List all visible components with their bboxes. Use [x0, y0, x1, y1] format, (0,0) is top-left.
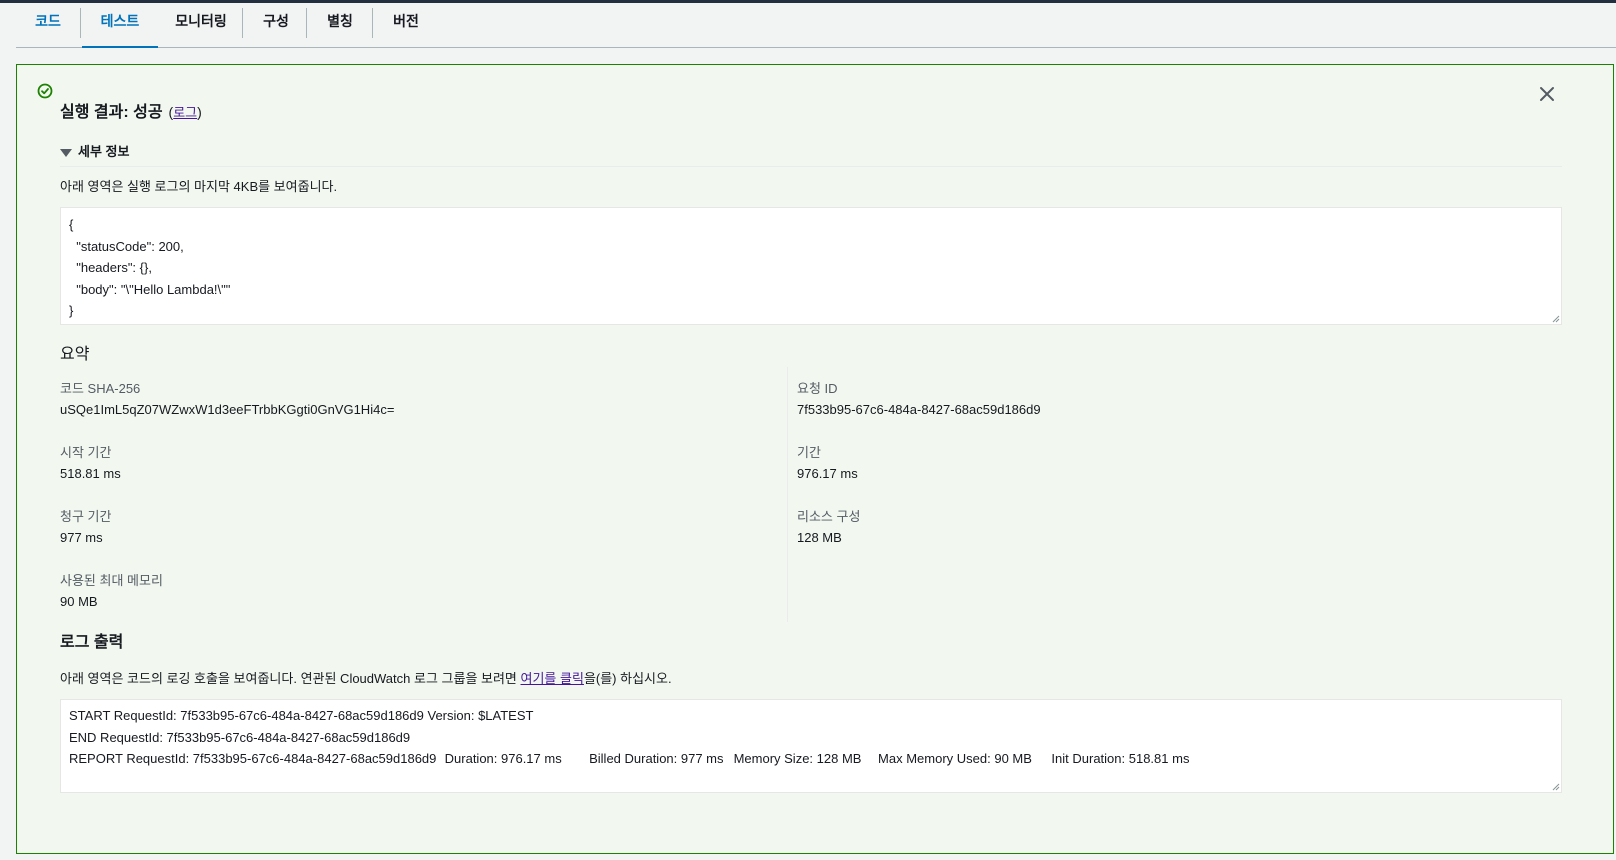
request-id-value: 7f533b95-67c6-484a-8427-68ac59d186d9: [797, 402, 1041, 417]
tab-code[interactable]: 코드: [16, 3, 80, 47]
max-memory-value: 90 MB: [60, 594, 98, 609]
billed-duration-value: 977 ms: [60, 530, 103, 545]
log-output-description: 아래 영역은 코드의 로깅 호출을 보여줍니다. 연관된 CloudWatch …: [60, 668, 672, 687]
tab-divider: [242, 8, 243, 38]
code-sha-label: 코드 SHA-256: [60, 381, 141, 396]
tab-monitoring[interactable]: 모니터링: [160, 3, 242, 47]
billed-duration-label: 청구 기간: [60, 509, 112, 524]
tab-aliases[interactable]: 별칭: [308, 3, 372, 47]
log-link[interactable]: 로그: [173, 105, 197, 120]
summary-heading: 요약: [60, 346, 90, 363]
check-circle-icon: [37, 83, 53, 99]
tab-bar: 코드 테스트 모니터링 구성 별칭 버전: [16, 3, 1616, 48]
request-id-label: 요청 ID: [797, 381, 838, 396]
tab-versions[interactable]: 버전: [374, 3, 438, 47]
resize-handle-icon[interactable]: [1552, 315, 1560, 323]
details-toggle-label: 세부 정보: [78, 144, 130, 159]
tab-divider: [372, 8, 373, 38]
tab-divider: [80, 8, 81, 38]
log-output-box[interactable]: START RequestId: 7f533b95-67c6-484a-8427…: [60, 699, 1562, 793]
log-output-text: START RequestId: 7f533b95-67c6-484a-8427…: [69, 708, 1190, 766]
result-title-text: 실행 결과: 성공: [60, 104, 163, 121]
column-divider: [787, 367, 788, 622]
close-icon[interactable]: [1538, 85, 1556, 103]
caret-down-icon: [60, 148, 72, 157]
init-duration-label: 시작 기간: [60, 445, 112, 460]
cloudwatch-link[interactable]: 여기를 클릭: [521, 671, 584, 686]
max-memory-label: 사용된 최대 메모리: [60, 573, 163, 588]
code-sha-value: uSQe1ImL5qZ07WZwxW1d3eeFTrbbKGgti0GnVG1H…: [60, 402, 395, 417]
init-duration-value: 518.81 ms: [60, 466, 121, 481]
duration-value: 976.17 ms: [797, 466, 858, 481]
execution-result-panel: 실행 결과: 성공 (로그) 세부 정보 아래 영역은 실행 로그의 마지막 4K…: [16, 64, 1614, 854]
tab-test[interactable]: 테스트: [82, 3, 158, 48]
duration-label: 기간: [797, 445, 821, 460]
resources-label: 리소스 구성: [797, 509, 861, 524]
result-title: 실행 결과: 성공 (로그): [60, 98, 202, 122]
log-output-heading: 로그 출력: [60, 634, 124, 651]
tab-configuration[interactable]: 구성: [244, 3, 308, 47]
response-output-box[interactable]: { "statusCode": 200, "headers": {}, "bod…: [60, 207, 1562, 325]
details-toggle[interactable]: 세부 정보: [60, 141, 129, 160]
response-output-text: { "statusCode": 200, "headers": {}, "bod…: [69, 217, 231, 318]
divider: [60, 166, 1562, 167]
resize-handle-icon[interactable]: [1552, 783, 1560, 791]
log-desc-after: 을(를) 하십시오.: [583, 671, 672, 686]
log-desc-before: 아래 영역은 코드의 로깅 호출을 보여줍니다. 연관된 CloudWatch …: [60, 671, 521, 686]
details-description: 아래 영역은 실행 로그의 마지막 4KB를 보여줍니다.: [60, 179, 338, 194]
log-link-wrapper: (로그): [168, 104, 202, 120]
resources-value: 128 MB: [797, 530, 842, 545]
